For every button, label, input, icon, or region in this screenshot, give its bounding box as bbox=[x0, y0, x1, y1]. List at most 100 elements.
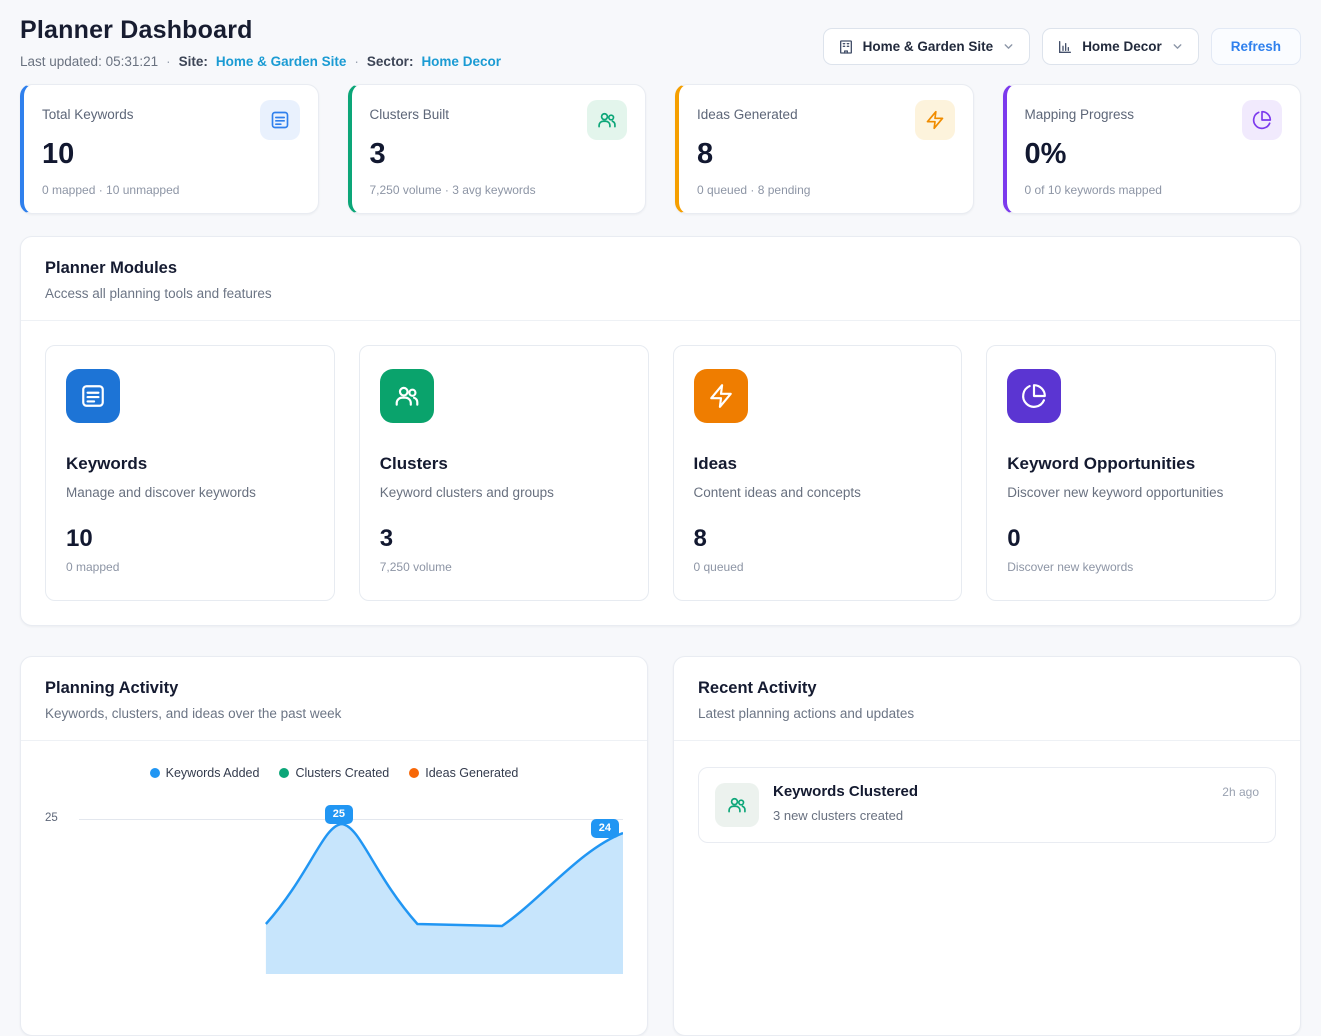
users-icon bbox=[587, 100, 627, 140]
activity-description: 3 new clusters created bbox=[773, 808, 918, 823]
page-title: Planner Dashboard bbox=[20, 16, 501, 45]
bolt-icon bbox=[915, 100, 955, 140]
sector-label: Sector: bbox=[367, 54, 414, 69]
header-controls: Home & Garden Site Home Decor Refresh bbox=[823, 28, 1301, 65]
module-description: Discover new keyword opportunities bbox=[1007, 485, 1255, 500]
module-value: 3 bbox=[380, 525, 628, 553]
building-icon bbox=[838, 39, 854, 55]
data-point-label: 24 bbox=[591, 819, 619, 838]
stat-card-total-keywords: Total Keywords 10 0 mapped · 10 unmapped bbox=[20, 84, 319, 214]
stat-label: Total Keywords bbox=[42, 100, 134, 122]
panel-header: Planning Activity Keywords, clusters, an… bbox=[21, 657, 647, 741]
module-title: Ideas bbox=[694, 454, 942, 474]
panel-title: Recent Activity bbox=[698, 679, 1276, 698]
sector-selector-dropdown[interactable]: Home Decor bbox=[1042, 28, 1199, 65]
users-icon bbox=[715, 783, 759, 827]
stat-detail: 7,250 volume · 3 avg keywords bbox=[370, 183, 628, 197]
chevron-down-icon bbox=[1002, 40, 1015, 53]
module-card-keywords[interactable]: Keywords Manage and discover keywords 10… bbox=[45, 345, 335, 601]
header-left: Planner Dashboard Last updated: 05:31:21… bbox=[20, 16, 501, 69]
site-selector-dropdown[interactable]: Home & Garden Site bbox=[823, 28, 1031, 65]
module-card-clusters[interactable]: Clusters Keyword clusters and groups 3 7… bbox=[359, 345, 649, 601]
panel-header: Recent Activity Latest planning actions … bbox=[674, 657, 1300, 741]
module-value: 0 bbox=[1007, 525, 1255, 553]
stat-value: 3 bbox=[370, 138, 628, 171]
legend-dot-orange bbox=[409, 768, 419, 778]
stat-value: 8 bbox=[697, 138, 955, 171]
panel-subtitle: Latest planning actions and updates bbox=[698, 706, 1276, 721]
sector-link[interactable]: Home Decor bbox=[421, 54, 501, 69]
pie-chart-icon bbox=[1007, 369, 1061, 423]
activity-timestamp: 2h ago bbox=[1222, 783, 1259, 799]
planning-activity-chart: Keywords Added Clusters Created Ideas Ge… bbox=[21, 766, 647, 998]
sector-selector-label: Home Decor bbox=[1082, 39, 1162, 54]
modules-grid: Keywords Manage and discover keywords 10… bbox=[21, 321, 1300, 625]
chart-plot-area: 25 25 24 bbox=[45, 798, 623, 998]
stat-card-header: Mapping Progress bbox=[1025, 100, 1283, 140]
legend-item-keywords-added: Keywords Added bbox=[150, 766, 260, 780]
breadcrumb-meta: Last updated: 05:31:21 · Site: Home & Ga… bbox=[20, 54, 501, 69]
module-description: Keyword clusters and groups bbox=[380, 485, 628, 500]
planner-modules-panel: Planner Modules Access all planning tool… bbox=[20, 236, 1301, 626]
site-selector-label: Home & Garden Site bbox=[863, 39, 994, 54]
site-link[interactable]: Home & Garden Site bbox=[216, 54, 347, 69]
panel-title: Planning Activity bbox=[45, 679, 623, 698]
module-card-ideas[interactable]: Ideas Content ideas and concepts 8 0 que… bbox=[673, 345, 963, 601]
recent-activity-panel: Recent Activity Latest planning actions … bbox=[673, 656, 1301, 1036]
document-icon bbox=[66, 369, 120, 423]
stat-value: 10 bbox=[42, 138, 300, 171]
module-value: 10 bbox=[66, 525, 314, 553]
module-detail: 7,250 volume bbox=[380, 560, 628, 574]
stat-card-header: Total Keywords bbox=[42, 100, 300, 140]
module-card-keyword-opportunities[interactable]: Keyword Opportunities Discover new keywo… bbox=[986, 345, 1276, 601]
activity-title: Keywords Clustered bbox=[773, 783, 918, 800]
planning-activity-panel: Planning Activity Keywords, clusters, an… bbox=[20, 656, 648, 1036]
stat-card-header: Clusters Built bbox=[370, 100, 628, 140]
legend-item-clusters-created: Clusters Created bbox=[279, 766, 389, 780]
y-axis-tick: 25 bbox=[45, 812, 58, 824]
stat-label: Mapping Progress bbox=[1025, 100, 1135, 122]
stat-detail: 0 mapped · 10 unmapped bbox=[42, 183, 300, 197]
chevron-down-icon bbox=[1171, 40, 1184, 53]
legend-item-ideas-generated: Ideas Generated bbox=[409, 766, 518, 780]
legend-label: Keywords Added bbox=[166, 766, 260, 780]
legend-label: Ideas Generated bbox=[425, 766, 518, 780]
legend-dot-green bbox=[279, 768, 289, 778]
activity-text: Keywords Clustered 3 new clusters create… bbox=[773, 783, 918, 823]
panel-header: Planner Modules Access all planning tool… bbox=[21, 237, 1300, 321]
legend-label: Clusters Created bbox=[295, 766, 389, 780]
stat-detail: 0 of 10 keywords mapped bbox=[1025, 183, 1283, 197]
site-label: Site: bbox=[179, 54, 208, 69]
pie-chart-icon bbox=[1242, 100, 1282, 140]
planner-dashboard-page: Planner Dashboard Last updated: 05:31:21… bbox=[0, 0, 1321, 1036]
top-bar: Planner Dashboard Last updated: 05:31:21… bbox=[20, 16, 1301, 69]
keywords-added-area-series bbox=[79, 804, 623, 974]
stat-value: 0% bbox=[1025, 138, 1283, 171]
module-title: Keyword Opportunities bbox=[1007, 454, 1255, 474]
bottom-row: Planning Activity Keywords, clusters, an… bbox=[20, 656, 1301, 1036]
document-icon bbox=[260, 100, 300, 140]
module-detail: 0 mapped bbox=[66, 560, 314, 574]
module-description: Manage and discover keywords bbox=[66, 485, 314, 500]
bar-chart-icon bbox=[1057, 39, 1073, 55]
stat-detail: 0 queued · 8 pending bbox=[697, 183, 955, 197]
users-icon bbox=[380, 369, 434, 423]
panel-title: Planner Modules bbox=[45, 259, 1276, 278]
bolt-icon bbox=[694, 369, 748, 423]
stats-row: Total Keywords 10 0 mapped · 10 unmapped… bbox=[20, 84, 1301, 214]
module-value: 8 bbox=[694, 525, 942, 553]
stat-label: Clusters Built bbox=[370, 100, 450, 122]
stat-card-mapping-progress: Mapping Progress 0% 0 of 10 keywords map… bbox=[1003, 84, 1302, 214]
stat-card-clusters-built: Clusters Built 3 7,250 volume · 3 avg ke… bbox=[348, 84, 647, 214]
stat-card-ideas-generated: Ideas Generated 8 0 queued · 8 pending bbox=[675, 84, 974, 214]
module-detail: Discover new keywords bbox=[1007, 560, 1255, 574]
dot-separator: · bbox=[354, 54, 359, 69]
module-description: Content ideas and concepts bbox=[694, 485, 942, 500]
module-title: Clusters bbox=[380, 454, 628, 474]
dot-separator: · bbox=[166, 54, 171, 69]
module-detail: 0 queued bbox=[694, 560, 942, 574]
legend-dot-blue bbox=[150, 768, 160, 778]
module-title: Keywords bbox=[66, 454, 314, 474]
stat-card-header: Ideas Generated bbox=[697, 100, 955, 140]
refresh-button[interactable]: Refresh bbox=[1211, 28, 1301, 65]
